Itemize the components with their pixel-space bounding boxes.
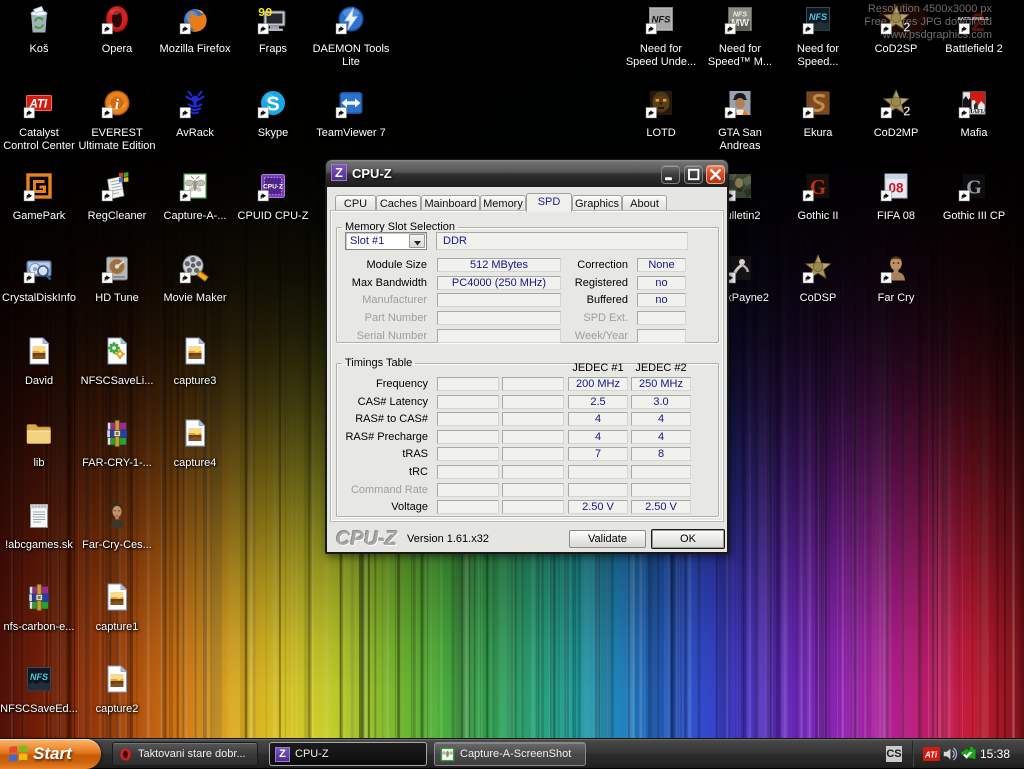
svg-text:MAFIA: MAFIA bbox=[967, 109, 988, 115]
svg-text:2: 2 bbox=[971, 9, 985, 35]
svg-text:ATi: ATi bbox=[924, 751, 938, 760]
svg-text:2: 2 bbox=[903, 104, 910, 119]
svg-text:99: 99 bbox=[258, 6, 272, 20]
svg-text:2: 2 bbox=[903, 20, 910, 35]
svg-text:CPU·Z: CPU·Z bbox=[263, 184, 283, 191]
svg-text:BATTLEFIELD: BATTLEFIELD bbox=[958, 16, 989, 21]
svg-text:NFS: NFS bbox=[30, 672, 48, 682]
svg-text:NFS: NFS bbox=[809, 12, 827, 22]
